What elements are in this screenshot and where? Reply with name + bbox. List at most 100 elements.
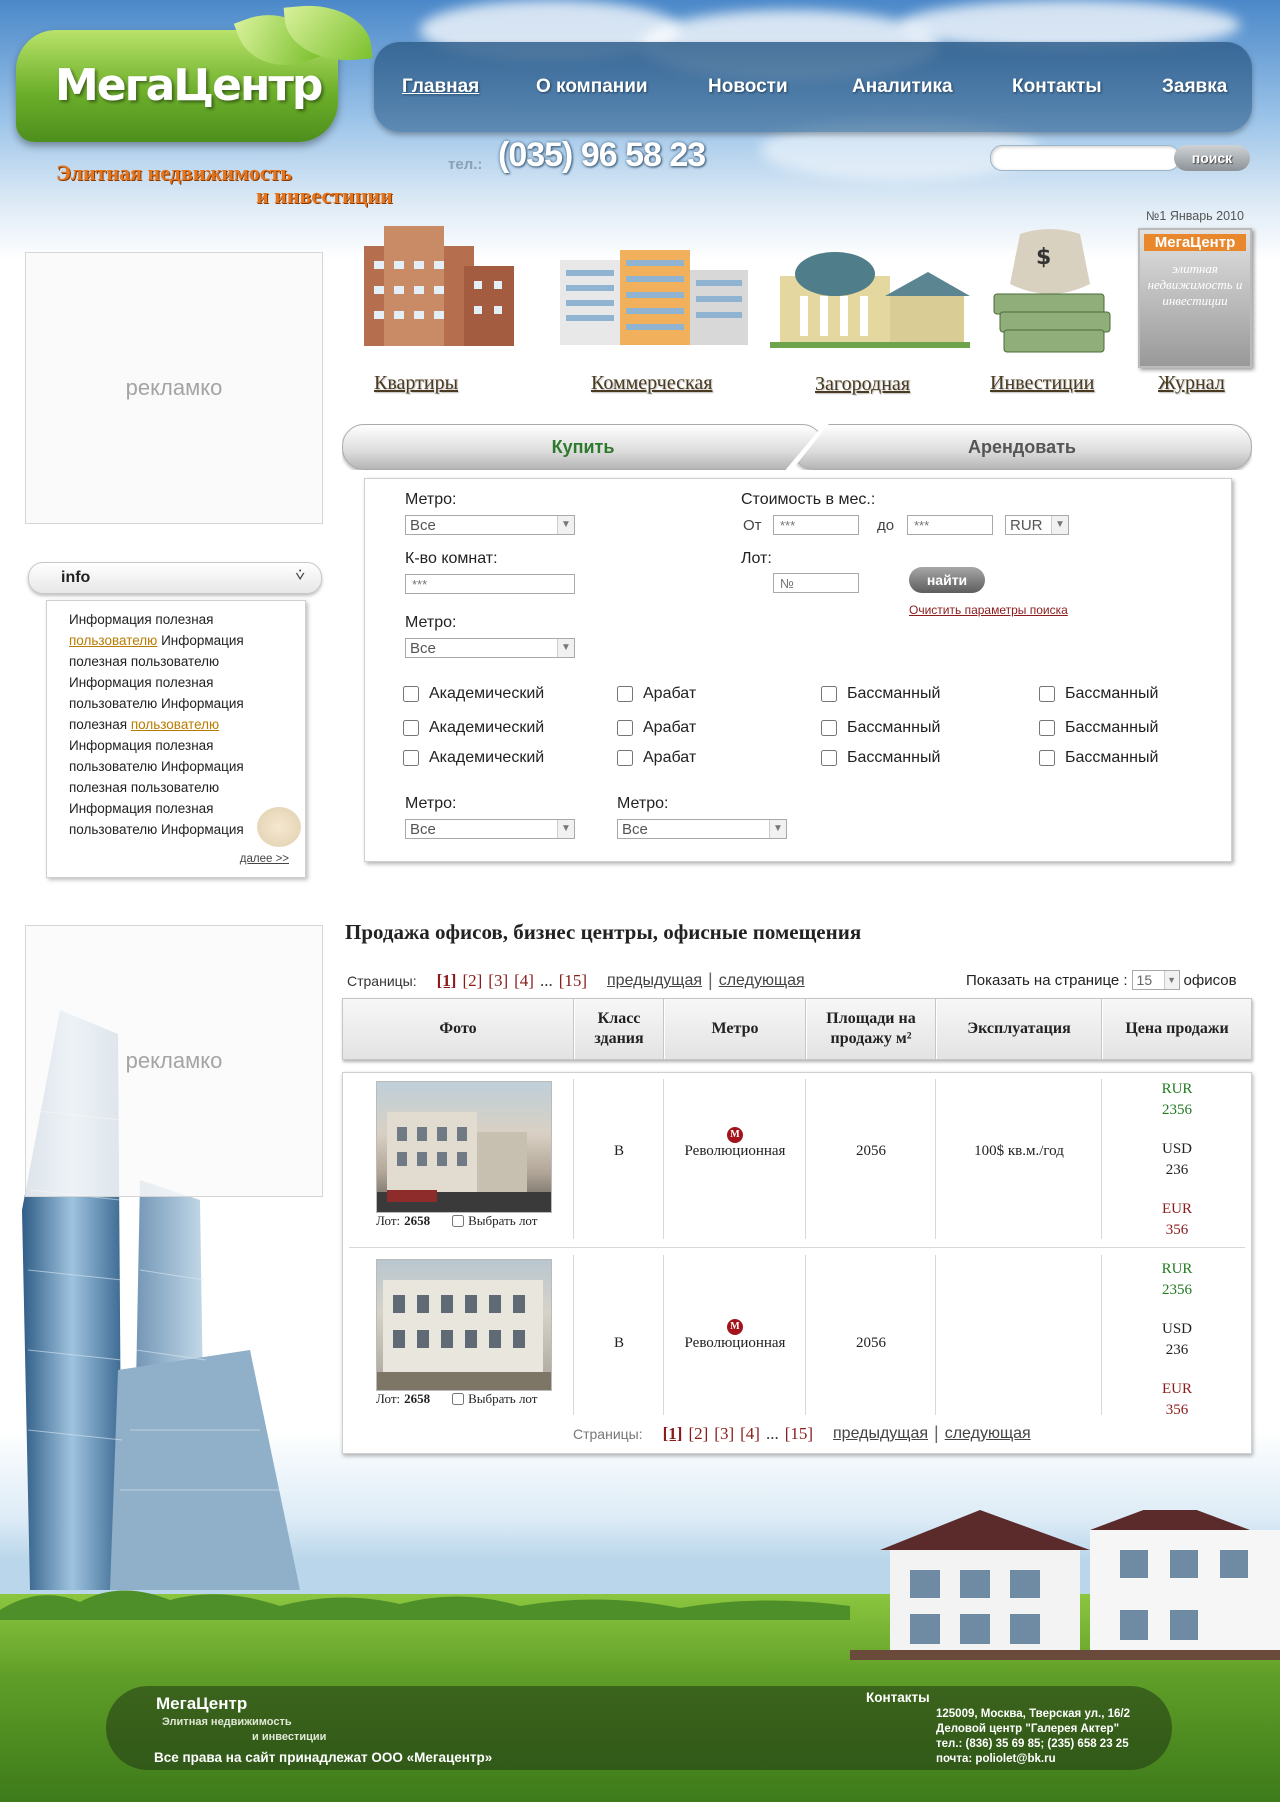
tab-buy[interactable]: Купить: [342, 424, 824, 470]
column-header-price: Цена продажи: [1125, 1020, 1229, 1037]
search-button[interactable]: поиск: [1174, 145, 1250, 171]
page-link[interactable]: [2]: [462, 971, 482, 991]
price-rur-label: RUR: [1161, 1261, 1193, 1277]
page-link[interactable]: [3]: [714, 1424, 734, 1444]
apartments-image[interactable]: [344, 216, 524, 352]
select-lot-checkbox[interactable]: [452, 1393, 465, 1405]
category-country[interactable]: Загородная: [815, 373, 910, 396]
next-page-link[interactable]: следующая: [719, 972, 805, 990]
metro-station[interactable]: Революционная: [685, 1335, 786, 1351]
nav-item-home[interactable]: Главная: [402, 76, 479, 98]
info-panel: Информация полезная пользователю Информа…: [46, 600, 306, 878]
category-journal[interactable]: Журнал: [1158, 372, 1225, 395]
checkbox-input[interactable]: [821, 750, 837, 766]
select-lot-checkbox[interactable]: [452, 1215, 465, 1227]
checkbox-label: Академический: [429, 719, 545, 736]
checkbox-input[interactable]: [821, 720, 837, 736]
category-commercial[interactable]: Коммерческая: [591, 372, 712, 395]
checkbox-input[interactable]: [403, 686, 419, 702]
category-apartments[interactable]: Квартиры: [374, 372, 458, 395]
commercial-image[interactable]: [550, 240, 754, 350]
tab-rent[interactable]: Арендовать: [792, 424, 1252, 470]
per-page-control: Показать на странице : 15 ▼ офисов: [966, 970, 1237, 990]
info-header[interactable]: info ⩒: [28, 562, 322, 594]
checkbox-input[interactable]: [1039, 750, 1055, 766]
price-eur-value: 356: [1165, 1402, 1189, 1418]
rooms-input[interactable]: [405, 574, 575, 594]
arrow-down-icon[interactable]: ⩒: [295, 567, 305, 585]
page-link[interactable]: [15]: [785, 1424, 813, 1444]
page-link[interactable]: [15]: [559, 971, 587, 991]
next-page-link[interactable]: следующая: [945, 1425, 1031, 1443]
cost-to-input[interactable]: [907, 515, 993, 535]
info-link[interactable]: пользователю: [69, 633, 157, 648]
checkbox-label: Арабат: [643, 685, 697, 702]
country-house-image[interactable]: [770, 236, 970, 348]
checkbox-input[interactable]: [617, 720, 633, 736]
metro-select[interactable]: Все ▼: [405, 515, 575, 535]
clear-search-link[interactable]: Очистить параметры поиска: [909, 603, 1068, 617]
checkbox-metro[interactable]: Бассманный: [1039, 749, 1158, 767]
checkbox-metro[interactable]: Академический: [403, 749, 544, 767]
category-investments[interactable]: Инвестиции: [990, 372, 1094, 395]
checkbox-label: Бассманный: [847, 719, 941, 736]
page-link[interactable]: [1]: [663, 1424, 683, 1444]
nav-item-contacts[interactable]: Контакты: [1012, 76, 1102, 98]
more-link[interactable]: далее >>: [240, 853, 289, 865]
checkbox-metro[interactable]: Арабат: [617, 719, 696, 737]
checkbox-label: Академический: [429, 749, 545, 766]
cost-from-input[interactable]: [773, 515, 859, 535]
checkbox-input[interactable]: [1039, 686, 1055, 702]
page-link[interactable]: [3]: [488, 971, 508, 991]
checkbox-metro[interactable]: Бассманный: [1039, 685, 1158, 703]
footer-brand[interactable]: МегаЦентр: [156, 1694, 247, 1714]
checkbox-input[interactable]: [821, 686, 837, 702]
listing-photo[interactable]: [376, 1259, 552, 1391]
checkbox-input[interactable]: [617, 686, 633, 702]
page-link[interactable]: [4]: [514, 971, 534, 991]
checkbox-input[interactable]: [403, 750, 419, 766]
nav-item-about[interactable]: О компании: [536, 76, 648, 98]
per-page-select[interactable]: 15 ▼: [1131, 970, 1180, 990]
journal-cover[interactable]: МегаЦентр элитная недвижимость и инвести…: [1138, 228, 1252, 368]
checkbox-metro[interactable]: Арабат: [617, 749, 696, 767]
info-link[interactable]: пользователю: [131, 717, 219, 732]
page-link[interactable]: [4]: [740, 1424, 760, 1444]
checkbox-metro[interactable]: Бассманный: [821, 719, 940, 737]
investments-image[interactable]: $: [980, 224, 1120, 360]
prev-page-link[interactable]: предыдущая: [833, 1425, 928, 1443]
footer-email[interactable]: почта: poliolet@bk.ru: [936, 1753, 1056, 1765]
lot-label: Лот:: [376, 1213, 401, 1228]
ad-banner-bottom[interactable]: рекламко: [25, 925, 323, 1197]
metro3-select[interactable]: Все ▼: [405, 819, 575, 839]
checkbox-input[interactable]: [1039, 720, 1055, 736]
listing-photo[interactable]: [376, 1081, 552, 1213]
checkbox-label: Бассманный: [1065, 685, 1159, 702]
metro-station[interactable]: Революционная: [685, 1143, 786, 1159]
currency-select[interactable]: RUR ▼: [1005, 515, 1069, 535]
logo-text: МегаЦентр: [55, 60, 323, 111]
metro4-select[interactable]: Все ▼: [617, 819, 787, 839]
select-lot-label[interactable]: Выбрать лот: [468, 1213, 537, 1229]
select-lot-label[interactable]: Выбрать лот: [468, 1391, 537, 1407]
find-button[interactable]: найти: [909, 567, 985, 593]
ad-banner-top[interactable]: рекламко: [25, 252, 323, 524]
checkbox-label: Бассманный: [1065, 719, 1159, 736]
nav-item-request[interactable]: Заявка: [1162, 76, 1227, 98]
search-input[interactable]: [990, 145, 1180, 171]
checkbox-metro[interactable]: Бассманный: [821, 749, 940, 767]
checkbox-input[interactable]: [617, 750, 633, 766]
checkbox-metro[interactable]: Бассманный: [821, 685, 940, 703]
checkbox-metro[interactable]: Арабат: [617, 685, 696, 703]
checkbox-metro[interactable]: Бассманный: [1039, 719, 1158, 737]
nav-item-news[interactable]: Новости: [708, 76, 788, 98]
checkbox-metro[interactable]: Академический: [403, 719, 544, 737]
page-link[interactable]: [1]: [437, 971, 457, 991]
page-link[interactable]: [2]: [688, 1424, 708, 1444]
nav-item-analytics[interactable]: Аналитика: [852, 76, 953, 98]
metro2-select[interactable]: Все ▼: [405, 638, 575, 658]
lot-input[interactable]: [773, 573, 859, 593]
prev-page-link[interactable]: предыдущая: [607, 972, 702, 990]
checkbox-input[interactable]: [403, 720, 419, 736]
checkbox-metro[interactable]: Академический: [403, 685, 544, 703]
